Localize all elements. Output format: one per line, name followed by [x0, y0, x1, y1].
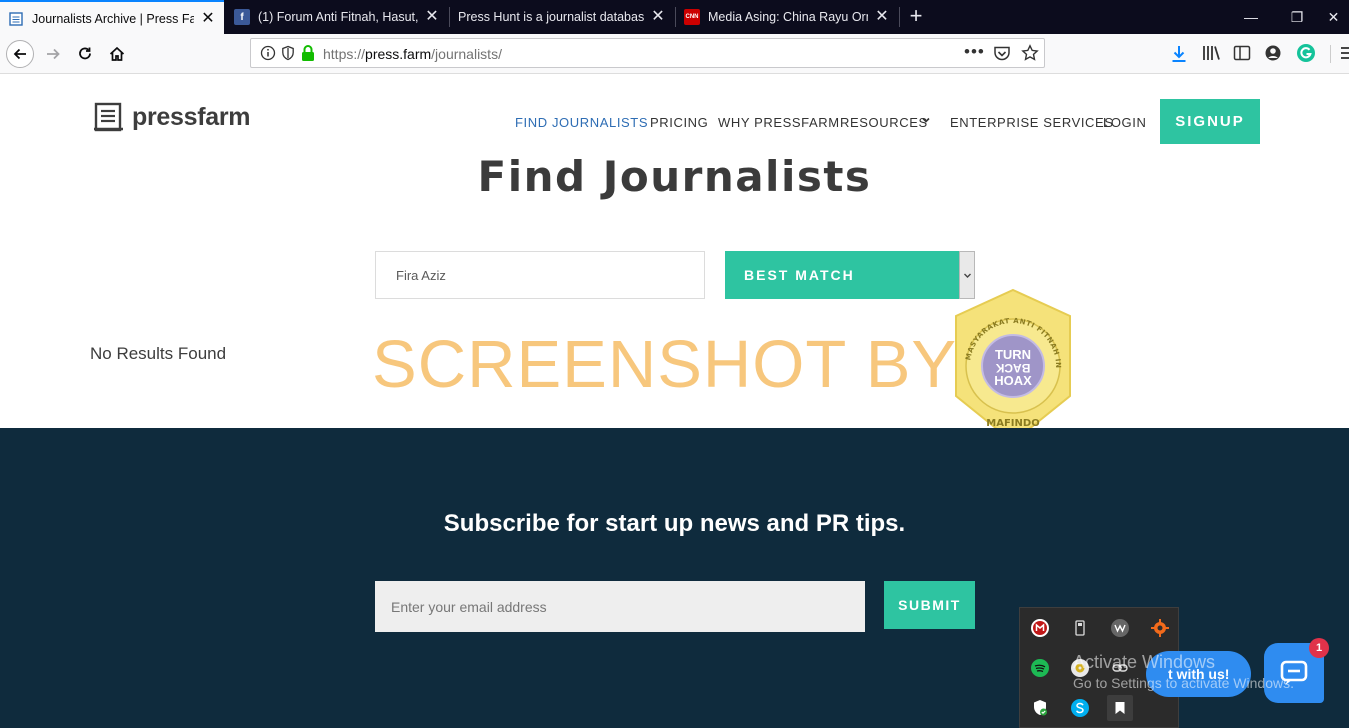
tracking-shield-icon[interactable]: [280, 45, 296, 66]
bookmark-tray-icon[interactable]: [1107, 695, 1133, 721]
tab-title: Press Hunt is a journalist database: [458, 10, 644, 24]
activate-windows-subtitle: Go to Settings to activate Windows.: [1073, 675, 1294, 691]
nav-pricing[interactable]: PRICING: [650, 115, 708, 130]
tab-title: Journalists Archive | Press Farm: [32, 11, 194, 26]
windows-security-tray-icon[interactable]: [1031, 699, 1049, 717]
sort-select[interactable]: BEST MATCH: [725, 251, 975, 299]
home-button[interactable]: [101, 38, 133, 70]
library-icon[interactable]: [1201, 44, 1221, 67]
site-header: pressfarm FIND JOURNALISTS PRICING WHY P…: [0, 74, 1349, 154]
close-tab-icon[interactable]: ✕: [200, 10, 216, 27]
wacom-tray-icon[interactable]: [1111, 619, 1129, 637]
browser-nav-bar: https://press.farm/journalists/ •••: [0, 34, 1349, 74]
tab-cnn-media-asing[interactable]: CNN Media Asing: China Rayu Orma ✕: [676, 0, 898, 34]
email-input[interactable]: Enter your email address: [375, 581, 865, 632]
toolbar-divider: [1330, 45, 1331, 63]
reload-button[interactable]: [69, 38, 101, 70]
newspaper-logo-icon: [94, 102, 123, 132]
tab-title: Media Asing: China Rayu Orma: [708, 10, 868, 24]
info-icon[interactable]: [260, 45, 276, 66]
cnn-favicon-icon: CNN: [684, 9, 700, 25]
tab-separator: [899, 7, 900, 27]
nav-resources[interactable]: RESOURCES: [840, 115, 928, 130]
watermark-text: SCREENSHOT BY: [372, 327, 958, 402]
facebook-favicon-icon: f: [234, 9, 250, 25]
url-text: https://press.farm/journalists/: [323, 46, 502, 62]
reload-icon: [79, 47, 91, 60]
journalist-search-input[interactable]: Fira Aziz: [375, 251, 705, 299]
avast-tray-icon[interactable]: [1151, 619, 1169, 637]
turnbackhoax-badge: MASYARAKAT ANTI FITNAH INDONESIA TURN BA…: [947, 282, 1076, 444]
back-button[interactable]: [4, 38, 36, 70]
tab-facebook-forum[interactable]: f (1) Forum Anti Fitnah, Hasut, d ✕: [226, 0, 448, 34]
skype-tray-icon[interactable]: [1071, 699, 1089, 717]
no-results-message: No Results Found: [90, 344, 227, 363]
minimize-window-icon[interactable]: —: [1228, 0, 1274, 34]
nav-why-pressfarm[interactable]: WHY PRESSFARM: [718, 115, 840, 130]
back-arrow-icon: [6, 40, 34, 68]
forward-arrow-icon: [47, 48, 60, 60]
url-host: press.farm: [365, 46, 432, 62]
sidebar-icon[interactable]: [1233, 45, 1251, 66]
grammarly-icon[interactable]: [1296, 43, 1316, 68]
chevron-down-icon[interactable]: [920, 114, 932, 129]
nav-enterprise-services[interactable]: ENTERPRISE SERVICES: [950, 115, 1114, 130]
menu-hamburger-icon[interactable]: [1339, 45, 1349, 66]
restore-window-icon[interactable]: ❐: [1274, 0, 1320, 34]
activate-windows-watermark: Activate Windows Go to Settings to activ…: [1073, 652, 1294, 691]
home-icon: [109, 46, 125, 61]
forward-button[interactable]: [37, 38, 69, 70]
new-tab-icon[interactable]: +: [903, 3, 929, 29]
close-window-icon[interactable]: ✕: [1318, 0, 1349, 34]
downloads-icon[interactable]: [1170, 44, 1188, 69]
usb-drive-tray-icon[interactable]: [1071, 619, 1089, 637]
signup-button[interactable]: SIGNUP: [1160, 99, 1260, 144]
close-tab-icon[interactable]: ✕: [650, 9, 666, 25]
pocket-icon[interactable]: [993, 45, 1011, 67]
pressfarm-logo[interactable]: pressfarm: [94, 102, 251, 132]
pressfarm-favicon-icon: [8, 11, 24, 27]
subscribe-title: Subscribe for start up news and PR tips.: [443, 510, 906, 537]
nav-find-journalists[interactable]: FIND JOURNALISTS: [515, 115, 648, 130]
close-tab-icon[interactable]: ✕: [424, 9, 440, 25]
badge-line3: HOAX: [994, 373, 1032, 388]
bookmark-star-icon[interactable]: [1021, 44, 1039, 67]
browser-tab-bar: Journalists Archive | Press Farm ✕ f (1)…: [0, 0, 1349, 35]
url-path: /journalists/: [431, 46, 502, 62]
tab-journalists-archive[interactable]: Journalists Archive | Press Farm ✕: [0, 0, 224, 35]
tab-title: (1) Forum Anti Fitnah, Hasut, d: [258, 10, 418, 24]
tab-press-hunt[interactable]: Press Hunt is a journalist database ✕: [450, 0, 674, 34]
logo-text: pressfarm: [132, 102, 251, 131]
nav-login[interactable]: LOGIN: [1103, 115, 1146, 130]
submit-button[interactable]: SUBMIT: [884, 581, 975, 629]
page-actions-icon[interactable]: •••: [964, 42, 985, 62]
mcafee-tray-icon[interactable]: [1031, 619, 1049, 637]
badge-line1: TURN: [995, 347, 1031, 362]
account-icon[interactable]: [1264, 44, 1282, 67]
sort-select-value: BEST MATCH: [744, 267, 855, 283]
secure-lock-icon[interactable]: [300, 44, 316, 67]
close-tab-icon[interactable]: ✕: [874, 9, 890, 25]
url-scheme: https://: [323, 46, 366, 62]
spotify-tray-icon[interactable]: [1031, 659, 1049, 677]
chat-unread-badge: 1: [1309, 638, 1329, 658]
activate-windows-title: Activate Windows: [1073, 652, 1216, 672]
page-title: Find Journalists: [477, 152, 872, 201]
address-bar[interactable]: https://press.farm/journalists/ •••: [250, 38, 1045, 68]
